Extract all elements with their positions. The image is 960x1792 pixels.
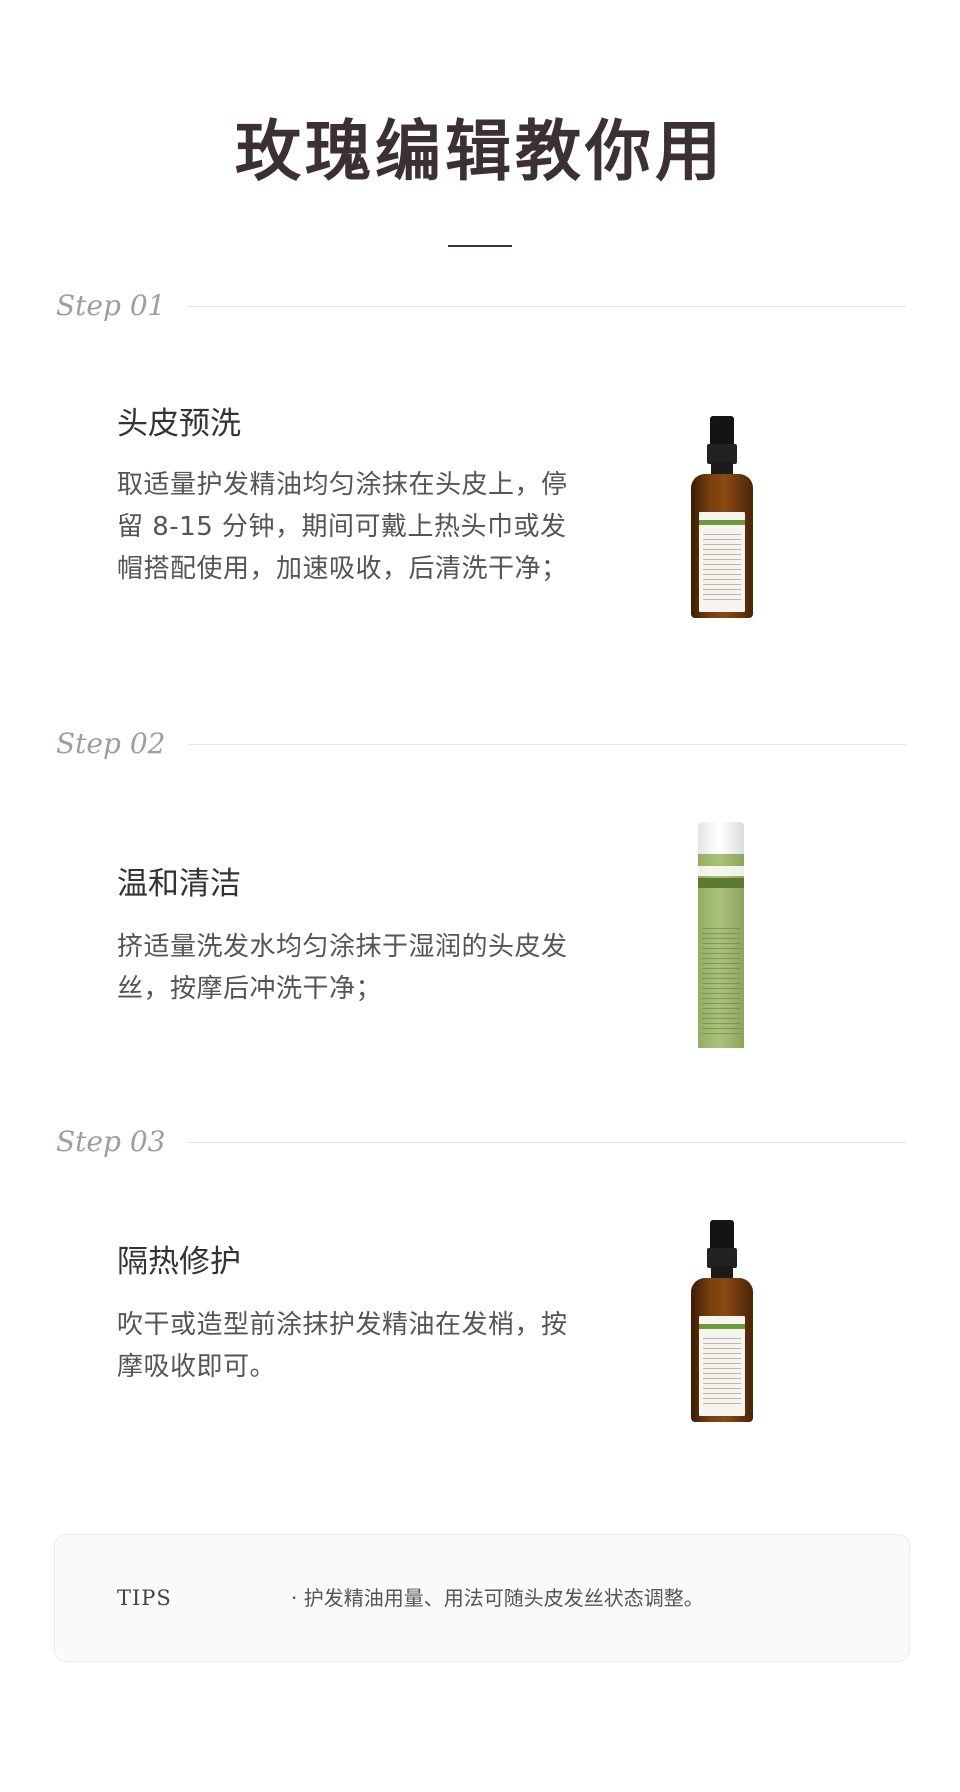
step-03-title: 隔热修护: [117, 1244, 241, 1280]
tips-text: · 护发精油用量、用法可随头皮发丝状态调整。: [291, 1586, 704, 1610]
step-03-description: 吹干或造型前涂抹护发精油在发梢，按摩吸收即可。: [117, 1310, 568, 1382]
tips-box: TIPS · 护发精油用量、用法可随头皮发丝状态调整。: [54, 1534, 910, 1662]
step-02-title: 温和清洁: [117, 866, 241, 902]
step-divider: [188, 306, 906, 307]
step-01-header: Step 01: [56, 286, 906, 326]
step-02-description: 挤适量洗发水均匀涂抹于湿润的头皮发丝，按摩后冲洗干净；: [117, 932, 568, 1004]
title-divider: [448, 245, 512, 247]
hair-oil-bottle-icon: [689, 416, 755, 618]
step-divider: [188, 1142, 906, 1143]
step-02-header: Step 02: [56, 724, 906, 764]
shampoo-bottle-icon: [698, 822, 744, 1048]
step-label: Step 03: [56, 1125, 166, 1158]
step-01-title: 头皮预洗: [117, 406, 241, 442]
page-title: 玫瑰编辑教你用: [235, 112, 725, 190]
step-divider: [188, 744, 906, 745]
hair-oil-bottle-icon: [689, 1220, 755, 1422]
step-label: Step 02: [56, 727, 166, 760]
step-03-header: Step 03: [56, 1122, 906, 1162]
step-label: Step 01: [56, 289, 166, 322]
step-01-description: 取适量护发精油均匀涂抹在头皮上，停留 8-15 分钟，期间可戴上热头巾或发帽搭配…: [117, 470, 568, 584]
tips-label: TIPS: [117, 1586, 172, 1610]
